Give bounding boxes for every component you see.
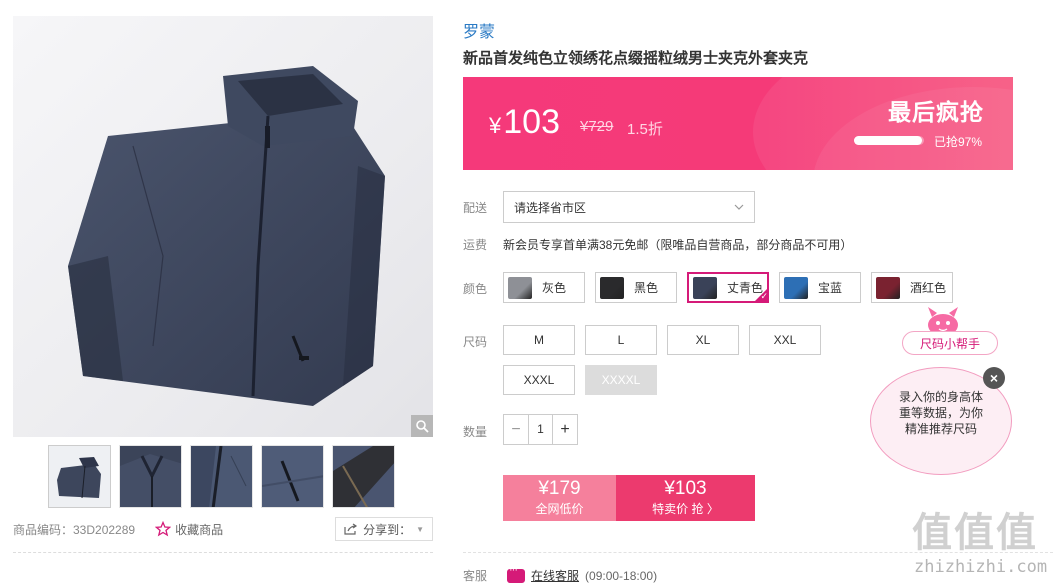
- customer-service-row: 客服 在线客服 (09:00-18:00): [463, 564, 658, 583]
- thumbnail-2[interactable]: [119, 445, 182, 508]
- watermark-logo: 值值值: [912, 511, 1038, 555]
- shipping-label: 运费: [463, 238, 488, 252]
- star-icon: [155, 521, 172, 537]
- share-label: 分享到：: [363, 522, 412, 537]
- thumbnail-4[interactable]: [261, 445, 324, 508]
- chevron-down-icon: [734, 204, 744, 210]
- buy-now-label: 特卖价 抢 〉: [652, 502, 719, 516]
- delivery-label: 配送: [463, 201, 488, 215]
- product-meta-row: 商品编码：33D202289 收藏商品 分享到： ▼: [13, 516, 433, 542]
- check-icon: ✓: [753, 287, 769, 303]
- color-option-label: 灰色: [542, 281, 567, 295]
- thumbnail-1[interactable]: [48, 445, 111, 508]
- sold-percent: 已抢97%: [934, 135, 983, 149]
- color-option-label: 黑色: [634, 281, 659, 295]
- current-price: ¥103: [489, 103, 560, 141]
- product-title: 新品首发纯色立领绣花点缀摇粒绒男士夹克外套夹克: [463, 50, 809, 67]
- close-icon[interactable]: ×: [983, 367, 1005, 389]
- quantity-decrease-button[interactable]: −: [504, 415, 528, 444]
- color-option-label: 酒红色: [910, 281, 947, 295]
- service-hours: (09:00-18:00): [585, 568, 658, 583]
- price-banner: ¥103 ¥729 1.5折 最后疯抢 已抢97%: [463, 77, 1013, 170]
- color-swatch-image: [784, 276, 808, 299]
- color-option[interactable]: 灰色: [503, 272, 585, 303]
- color-option[interactable]: 丈青色 ✓: [687, 272, 769, 303]
- share-icon: [344, 523, 358, 535]
- size-option[interactable]: XL: [667, 325, 739, 355]
- size-option: XXXXL: [585, 365, 657, 395]
- chat-icon: [507, 564, 526, 583]
- market-price-label: 全网低价: [535, 502, 584, 516]
- quantity-stepper: − 1 +: [503, 414, 578, 445]
- size-option[interactable]: L: [585, 325, 657, 355]
- thumbnail-3[interactable]: [190, 445, 253, 508]
- zoom-icon[interactable]: [411, 415, 433, 437]
- special-price: ¥103: [664, 478, 707, 499]
- service-label: 客服: [463, 569, 488, 583]
- region-select[interactable]: 请选择省市区: [503, 191, 755, 223]
- color-option[interactable]: 酒红色: [871, 272, 953, 303]
- promo-label: 最后疯抢: [888, 99, 984, 125]
- region-select-value: 请选择省市区: [514, 200, 587, 215]
- online-service-text: 在线客服: [531, 569, 580, 583]
- color-swatch-image: [693, 276, 717, 299]
- color-option[interactable]: 宝蓝: [779, 272, 861, 303]
- main-product-image[interactable]: [13, 16, 433, 437]
- color-swatch-image: [600, 276, 624, 299]
- favorite-button[interactable]: 收藏商品: [155, 521, 223, 538]
- color-option[interactable]: 黑色: [595, 272, 677, 303]
- thumbnail-strip: [48, 445, 395, 508]
- quantity-increase-button[interactable]: +: [553, 415, 577, 444]
- sold-progress-bar: [854, 136, 924, 145]
- buy-buttons: ¥179 全网低价 ¥103 特卖价 抢 〉: [503, 475, 755, 521]
- size-helper-button[interactable]: 尺码小帮手: [902, 331, 998, 355]
- watermark-url: zhizhizhi.com: [914, 557, 1048, 577]
- original-price: ¥729: [580, 118, 614, 135]
- market-price: ¥179: [538, 478, 581, 499]
- size-label: 尺码: [463, 335, 488, 349]
- sku-code: 商品编码：33D202289: [13, 522, 136, 537]
- share-button[interactable]: 分享到： ▼: [335, 517, 433, 541]
- color-label: 颜色: [463, 282, 488, 296]
- thumbnail-5[interactable]: [332, 445, 395, 508]
- jacket-illustration: [68, 66, 385, 406]
- size-helper-text: 录入你的身高体 重等数据，为你 精准推荐尺码: [898, 390, 983, 436]
- color-swatch-image: [508, 276, 532, 299]
- brand-link[interactable]: 罗蒙: [463, 18, 495, 42]
- favorite-label: 收藏商品: [175, 522, 224, 537]
- size-option[interactable]: M: [503, 325, 575, 355]
- color-swatch-image: [876, 276, 900, 299]
- discount-rate: 1.5折: [627, 121, 663, 138]
- color-option-label: 宝蓝: [818, 281, 843, 295]
- quantity-input[interactable]: 1: [528, 415, 553, 444]
- size-options: M L XL XXL XXXL XXXXL: [503, 325, 833, 395]
- shipping-info: 新会员专享首单满38元免邮（限唯品自营商品，部分商品不可用）: [503, 238, 853, 252]
- chevron-down-icon: ▼: [416, 524, 424, 534]
- online-service-link[interactable]: 在线客服 (09:00-18:00): [507, 564, 658, 583]
- quantity-label: 数量: [463, 425, 488, 439]
- size-option[interactable]: XXXL: [503, 365, 575, 395]
- size-option[interactable]: XXL: [749, 325, 821, 355]
- buy-now-button[interactable]: ¥103 特卖价 抢 〉: [616, 475, 755, 521]
- left-divider: [13, 552, 433, 553]
- market-price-box: ¥179 全网低价: [503, 475, 616, 521]
- color-options: 灰色 黑色 丈青色 ✓ 宝蓝 酒红色: [503, 272, 953, 303]
